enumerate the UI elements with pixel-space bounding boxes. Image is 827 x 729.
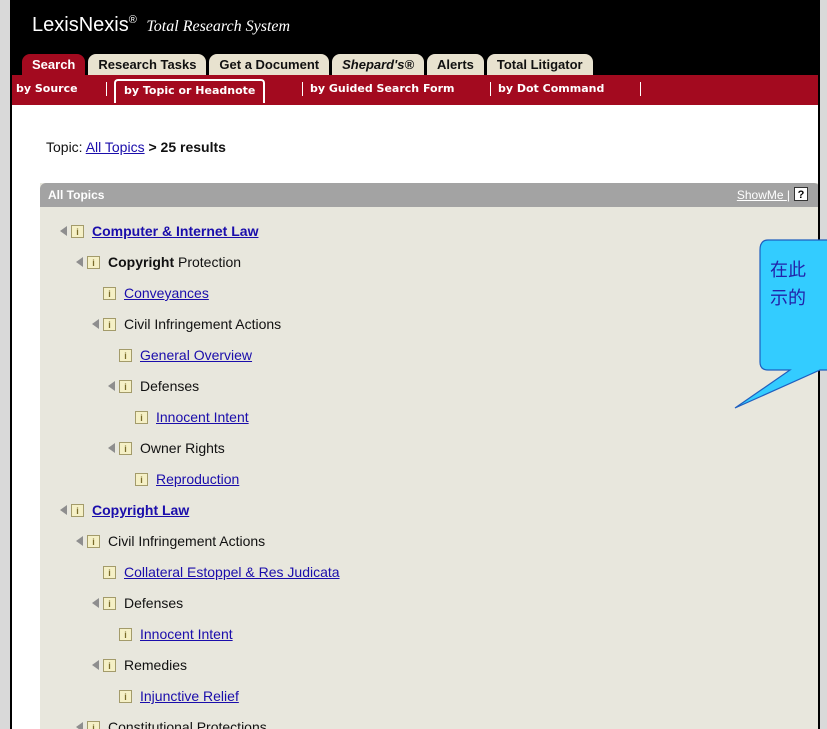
topic-label: Constitutional Protections	[108, 719, 267, 729]
info-icon[interactable]: i	[119, 627, 132, 641]
info-icon[interactable]: i	[87, 720, 100, 729]
tab-shepard-s[interactable]: Shepard's®	[332, 54, 425, 75]
expand-triangle-icon[interactable]	[60, 505, 67, 515]
topic-breadcrumb: Topic: All Topics > 25 results	[46, 139, 226, 155]
info-icon[interactable]: i	[119, 689, 132, 703]
topic-prefix: Topic:	[46, 139, 83, 155]
topic-link[interactable]: Innocent Intent	[156, 409, 249, 425]
topic-row: i Collateral Estoppel & Res Judicata	[103, 562, 340, 582]
topic-row: i Injunctive Relief	[119, 686, 239, 706]
lexisnexis-logo: LexisNexis® Total Research System	[32, 14, 290, 37]
info-icon[interactable]: i	[135, 410, 148, 424]
expand-triangle-icon[interactable]	[76, 722, 83, 729]
info-icon[interactable]: i	[103, 286, 116, 300]
subnav-separator	[640, 82, 641, 96]
topic-row: i Civil Infringement Actions	[92, 314, 281, 334]
topic-row: i Reproduction	[135, 469, 239, 489]
info-icon[interactable]: i	[135, 472, 148, 486]
topic-label: Owner Rights	[140, 440, 225, 456]
header-bar: LexisNexis® Total Research System Search…	[12, 0, 818, 80]
callout-line-1: 在此	[770, 260, 806, 281]
tab-alerts[interactable]: Alerts	[427, 54, 484, 75]
topic-link[interactable]: Reproduction	[156, 471, 239, 487]
topic-label: Civil Infringement Actions	[108, 533, 266, 549]
topic-row: i Copyright Law	[60, 500, 189, 520]
info-icon[interactable]: i	[103, 565, 116, 579]
topic-row: i Civil Infringement Actions	[76, 531, 265, 551]
info-icon[interactable]: i	[119, 441, 132, 455]
info-icon[interactable]: i	[71, 224, 84, 238]
topic-row: i Defenses	[108, 376, 199, 396]
topic-label: Remedies	[124, 657, 188, 673]
tab-total-litigator[interactable]: Total Litigator	[486, 54, 593, 75]
tab-get-a-document[interactable]: Get a Document	[209, 54, 330, 75]
expand-triangle-icon[interactable]	[76, 257, 83, 267]
topic-link[interactable]: Computer & Internet Law	[92, 223, 258, 239]
panel-header: All Topics ShowMe | ?	[40, 183, 818, 207]
expand-triangle-icon[interactable]	[76, 536, 83, 546]
expand-triangle-icon[interactable]	[108, 381, 115, 391]
subnav-by-guided-search-form[interactable]: by Guided Search Form	[310, 82, 454, 95]
info-icon[interactable]: i	[103, 596, 116, 610]
topic-row: i General Overview	[119, 345, 252, 365]
info-icon[interactable]: i	[71, 503, 84, 517]
topic-row: i Computer & Internet Law	[60, 221, 258, 241]
info-icon[interactable]: i	[103, 658, 116, 672]
info-icon[interactable]: i	[119, 379, 132, 393]
tab-search[interactable]: Search	[22, 54, 86, 75]
topic-link[interactable]: Injunctive Relief	[140, 688, 239, 704]
expand-triangle-icon[interactable]	[60, 226, 67, 236]
topic-row: i Innocent Intent	[135, 407, 249, 427]
subnav-by-dot-command[interactable]: by Dot Command	[498, 82, 604, 95]
help-icon[interactable]: ?	[794, 187, 808, 201]
info-icon[interactable]: i	[87, 534, 100, 548]
subnav-separator	[302, 82, 303, 96]
result-count: > 25 results	[148, 139, 226, 155]
logo-subtitle: Total Research System	[146, 18, 291, 35]
info-icon[interactable]: i	[87, 255, 100, 269]
subnav-by-source[interactable]: by Source	[16, 82, 78, 95]
topic-label: Civil Infringement Actions	[124, 316, 282, 332]
topic-label: Defenses	[124, 595, 184, 611]
topic-row: i Conveyances	[103, 283, 209, 303]
topic-row: i Copyright Protection	[76, 252, 241, 272]
info-icon[interactable]: i	[103, 317, 116, 331]
subnav-by-topic-or-headnote[interactable]: by Topic or Headnote	[114, 79, 266, 103]
callout-line-2: 示的	[770, 288, 806, 309]
browser-page: LexisNexis® Total Research System Search…	[10, 0, 820, 729]
search-subnav: by Source by Topic or Headnote by Guided S…	[12, 75, 818, 105]
all-topics-link[interactable]: All Topics	[86, 139, 145, 155]
topic-link[interactable]: Copyright Law	[92, 502, 189, 518]
topic-row: i Defenses	[92, 593, 183, 613]
expand-triangle-icon[interactable]	[92, 660, 99, 670]
showme-link[interactable]: ShowMe |	[737, 188, 790, 202]
showme-label[interactable]: ShowMe	[737, 188, 784, 202]
topic-link[interactable]: Collateral Estoppel & Res Judicata	[124, 564, 340, 580]
topic-link[interactable]: General Overview	[140, 347, 252, 363]
info-icon[interactable]: i	[119, 348, 132, 362]
panel-title: All Topics	[48, 188, 105, 202]
expand-triangle-icon[interactable]	[92, 319, 99, 329]
subnav-separator	[106, 82, 107, 96]
topic-link[interactable]: Innocent Intent	[140, 626, 233, 642]
logo-registered-mark: ®	[128, 14, 137, 27]
tab-research-tasks[interactable]: Research Tasks	[88, 54, 207, 75]
main-tabs: Search Research Tasks Get a Document Shepar…	[22, 53, 596, 75]
topic-link[interactable]: Conveyances	[124, 285, 209, 301]
topics-panel: All Topics ShowMe | ? i Computer & Intern…	[40, 183, 818, 729]
topic-label: Protection	[174, 254, 242, 270]
expand-triangle-icon[interactable]	[108, 443, 115, 453]
topic-row: i Constitutional Protections	[76, 717, 267, 729]
topic-label-bold: Copyright	[108, 254, 175, 270]
topic-row: i Owner Rights	[108, 438, 225, 458]
showme-separator: |	[786, 188, 790, 202]
logo-brand: LexisNexis	[32, 14, 129, 36]
subnav-separator	[490, 82, 491, 96]
expand-triangle-icon[interactable]	[92, 598, 99, 608]
callout-text: 在此 示的	[770, 257, 827, 313]
topic-row: i Remedies	[92, 655, 187, 675]
topic-label: Defenses	[140, 378, 200, 394]
topic-row: i Innocent Intent	[119, 624, 233, 644]
